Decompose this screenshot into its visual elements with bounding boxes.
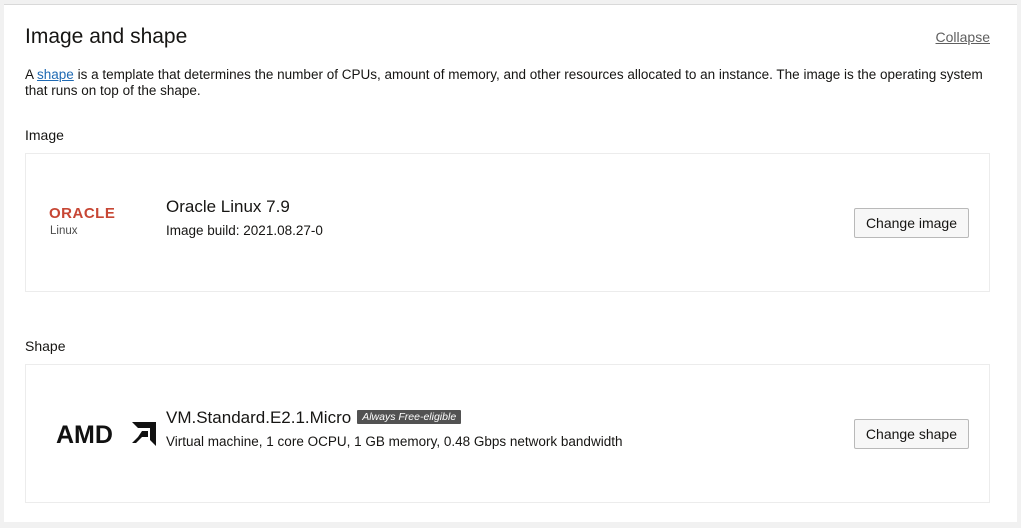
amd-logo-graphic: AMD: [56, 421, 156, 449]
oracle-logo-subtext: Linux: [50, 225, 78, 237]
section-description: A shape is a template that determines th…: [25, 67, 985, 99]
description-prefix: A: [25, 67, 38, 82]
free-eligible-badge: Always Free-eligible: [357, 410, 462, 424]
change-shape-button[interactable]: Change shape: [853, 419, 969, 449]
amd-arrow-icon-inner: [132, 431, 148, 443]
oracle-linux-logo: ORACLE Linux: [49, 205, 149, 245]
shape-name: VM.Standard.E2.1.Micro: [166, 408, 352, 427]
shape-details: Virtual machine, 1 core OCPU, 1 GB memor…: [166, 434, 623, 449]
shape-section-label: Shape: [25, 338, 66, 354]
amd-logo: AMD: [56, 420, 160, 451]
image-section-label: Image: [25, 127, 64, 143]
image-name: Oracle Linux 7.9: [166, 197, 290, 216]
oracle-logo-text: ORACLE: [49, 205, 116, 222]
section-title: Image and shape: [25, 25, 188, 48]
image-card: ORACLE Linux Oracle Linux 7.9 Image buil…: [25, 153, 990, 292]
amd-logo-text: AMD: [56, 421, 113, 446]
shape-name-row: VM.Standard.E2.1.Micro Always Free-eligib…: [166, 408, 462, 428]
shape-card: AMD VM.Standard.E2.1.Micro Always Free-el…: [25, 364, 990, 503]
change-image-button[interactable]: Change image: [853, 208, 969, 238]
image-and-shape-panel: Image and shape Collapse A shape is a te…: [4, 4, 1017, 522]
collapse-link[interactable]: Collapse: [936, 29, 990, 45]
shape-help-link[interactable]: shape: [37, 67, 74, 82]
description-suffix: is a template that determines the number…: [25, 67, 983, 98]
image-build: Image build: 2021.08.27-0: [166, 223, 323, 238]
